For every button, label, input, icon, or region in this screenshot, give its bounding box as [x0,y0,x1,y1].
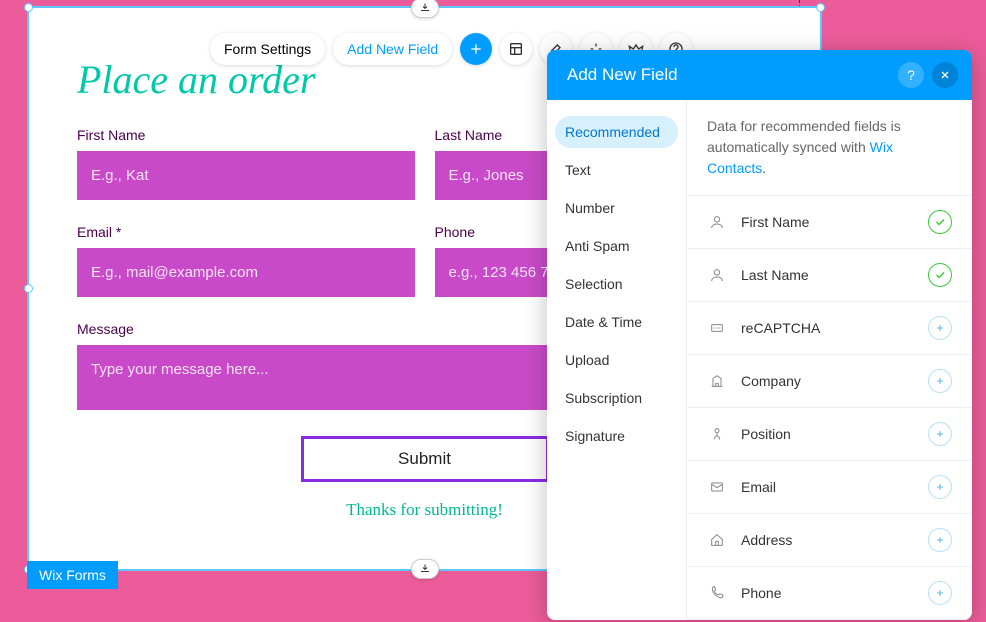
form-settings-button[interactable]: Form Settings [210,33,325,65]
nav-subscription[interactable]: Subscription [555,382,678,414]
field-option-label: Address [741,532,914,548]
company-icon [707,373,727,389]
panel-help-button[interactable]: ? [898,62,924,88]
anchor-button-bottom[interactable] [411,559,439,579]
field-option[interactable]: Company [687,355,972,408]
add-field-button[interactable] [928,581,952,605]
field-option[interactable]: Phone [687,567,972,620]
field-option-label: Email [741,479,914,495]
element-tag[interactable]: Wix Forms [27,561,118,589]
add-field-panel: Add New Field ? Recommended Text Number … [547,50,972,620]
nav-selection[interactable]: Selection [555,268,678,300]
panel-close-button[interactable] [932,62,958,88]
person-icon [707,214,727,230]
anchor-button-top[interactable] [411,0,439,18]
field-option[interactable]: Last Name [687,249,972,302]
panel-nav: Recommended Text Number Anti Spam Select… [547,100,687,620]
field-option-label: Company [741,373,914,389]
resize-handle[interactable] [24,284,33,293]
field-option[interactable]: reCAPTCHA [687,302,972,355]
nav-antispam[interactable]: Anti Spam [555,230,678,262]
field-option[interactable]: Email [687,461,972,514]
nav-text[interactable]: Text [555,154,678,186]
field-option-label: reCAPTCHA [741,320,914,336]
info-suffix: . [762,160,766,176]
layout-icon [508,41,524,57]
add-new-field-button[interactable]: Add New Field [333,33,452,65]
email-icon [707,479,727,495]
submit-button[interactable]: Submit [301,436,549,482]
person-icon [707,267,727,283]
field-option[interactable]: Position [687,408,972,461]
add-field-button[interactable] [928,369,952,393]
nav-signature[interactable]: Signature [555,420,678,452]
field-option-label: Position [741,426,914,442]
close-icon [939,69,951,81]
field-option-label: Last Name [741,267,914,283]
nav-upload[interactable]: Upload [555,344,678,376]
label-email: Email * [77,224,415,240]
field-email: Email * [77,224,415,297]
nav-recommended[interactable]: Recommended [555,116,678,148]
input-first-name[interactable] [77,151,415,200]
nav-number[interactable]: Number [555,192,678,224]
panel-header: Add New Field ? [547,50,972,100]
field-list: First Name Last Name reCAPTCHA Company Posit… [687,196,972,620]
download-icon [419,563,431,575]
label-first-name: First Name [77,127,415,143]
added-indicator [928,263,952,287]
plus-icon [468,41,484,57]
position-icon [707,426,727,442]
field-option[interactable]: Address [687,514,972,567]
input-email[interactable] [77,248,415,297]
field-first-name: First Name [77,127,415,200]
panel-title: Add New Field [567,65,678,85]
info-bar: Data for recommended fields is automatic… [687,100,972,196]
phone-icon [707,585,727,601]
add-field-button[interactable] [928,316,952,340]
download-icon [419,2,431,14]
nav-datetime[interactable]: Date & Time [555,306,678,338]
resize-handle[interactable] [816,3,825,12]
layout-button[interactable] [500,33,532,65]
field-option-label: First Name [741,214,914,230]
captcha-icon [707,320,727,336]
added-indicator [928,210,952,234]
add-field-button[interactable] [928,422,952,446]
add-field-button[interactable] [928,528,952,552]
resize-handle[interactable] [24,3,33,12]
field-option[interactable]: First Name [687,196,972,249]
field-option-label: Phone [741,585,914,601]
address-icon [707,532,727,548]
add-field-button[interactable] [928,475,952,499]
add-button[interactable] [460,33,492,65]
